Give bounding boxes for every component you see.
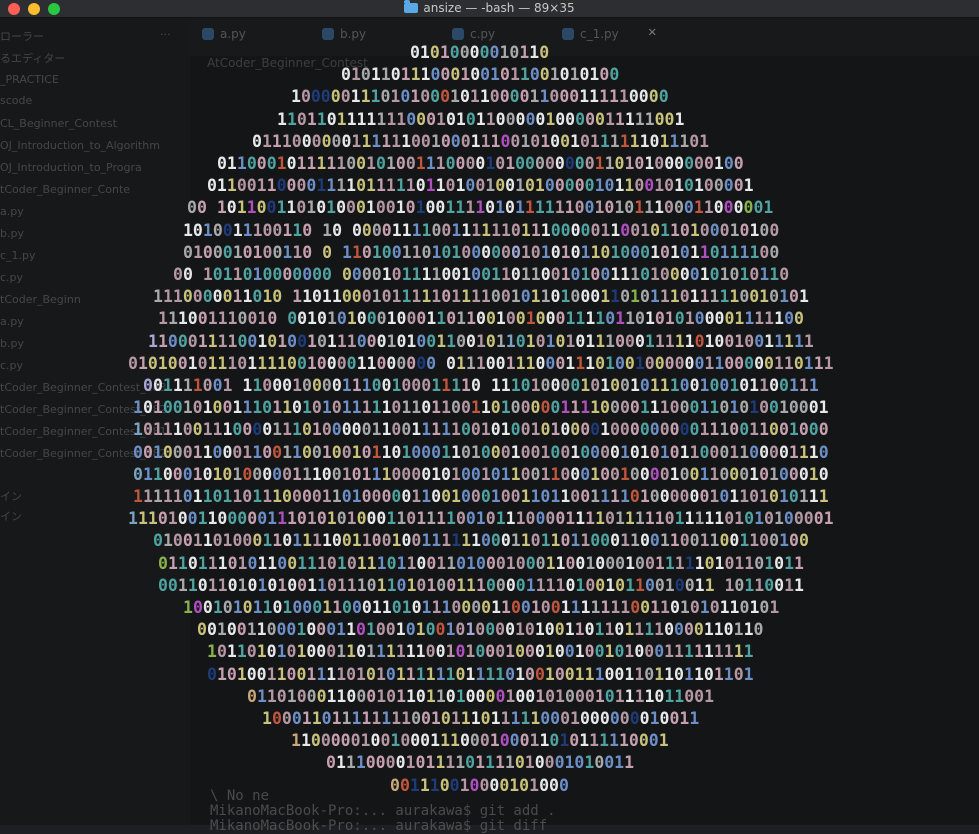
- tab-label: c.py: [470, 27, 496, 41]
- ascii-art-line: 0101101110001001011001010100: [341, 65, 620, 84]
- sidebar-item[interactable]: OJ_Introduction_to_Progra: [0, 161, 142, 174]
- sidebar-item[interactable]: b.py: [0, 337, 24, 350]
- tab-label: c_1.py: [580, 27, 619, 41]
- ascii-art-line: 0110011000011110111110110100100101000001…: [207, 176, 754, 195]
- ascii-art-line: 1011010101000110111111001010001000100100…: [207, 642, 754, 661]
- sidebar-item[interactable]: c.py: [0, 271, 23, 284]
- ascii-art-line: 0101001100111101010111111011110100100111…: [207, 665, 754, 684]
- sidebar-item[interactable]: scode: [0, 94, 32, 107]
- ascii-art-line: 1101101111111000101011000001000001111100…: [277, 110, 685, 129]
- sidebar-item[interactable]: a.py: [0, 205, 24, 218]
- ascii-art-line: 0111000010111101111010001010011: [326, 753, 635, 772]
- more-actions-icon[interactable]: ···: [160, 28, 171, 41]
- sidebar-item[interactable]: c_1.py: [0, 249, 36, 262]
- ascii-art-line: 01010000010110: [410, 43, 550, 62]
- ascii-art-line: 1110000011010 11011000101111101111001011…: [153, 287, 809, 306]
- tab-b-py[interactable]: b.py: [322, 27, 366, 41]
- tab-label: a.py: [220, 27, 246, 41]
- python-file-icon: [322, 28, 334, 40]
- sidebar-item[interactable]: tCoder_Beginner_Contest_183: [0, 381, 167, 394]
- python-file-icon: [562, 28, 574, 40]
- ascii-art-line: 1010010100111011010101111101101100110100…: [133, 398, 829, 417]
- sidebar-item[interactable]: イン: [0, 508, 22, 524]
- terminal-prompt-line: MikanoMacBook-Pro:... aurakawa$ git add …: [210, 803, 556, 819]
- sidebar-item[interactable]: CL_Beginner_Contest: [0, 117, 117, 130]
- tab-a-py[interactable]: a.py: [202, 27, 246, 41]
- ascii-art-line: 1110100110000011101010100011011110010111…: [128, 509, 834, 528]
- ascii-art-line: 1100011110010100101110001010011001011010…: [148, 332, 814, 351]
- tab-c-py[interactable]: c.py: [452, 27, 495, 41]
- ascii-art-line: 11000001001000111000100011010111110001: [291, 731, 669, 750]
- ascii-art-line: 0110001010100000111001011100001010010110…: [133, 465, 829, 484]
- ascii-art-line: 1010011100110 10 00001111001111110111000…: [183, 221, 780, 240]
- ascii-art-line: 0010001100011001100100101101000110100010…: [133, 443, 829, 462]
- window-titlebar: ansize — -bash — 89×35: [0, 0, 979, 18]
- ascii-art-line: 10000011101010001011000011000111110000: [291, 87, 669, 106]
- sidebar-item[interactable]: b.py: [0, 227, 24, 240]
- ascii-art-line: 0111000000111111001000111001010010111111…: [252, 132, 710, 151]
- tab-label: b.py: [340, 27, 367, 41]
- sidebar-item[interactable]: c.py: [0, 359, 23, 372]
- sidebar-item[interactable]: イン: [0, 488, 22, 504]
- ascii-art-line: 0101001011101111001000011000000 01110011…: [128, 354, 834, 373]
- editor-tab-bar: a.py b.py c.py c_1.py: [190, 18, 979, 56]
- ascii-art-line: 111001110010 001010100010001101100100100…: [158, 309, 804, 328]
- window-title-text: ansize — -bash — 89×35: [423, 1, 575, 15]
- terminal-no-newline-text: \ No ne: [210, 788, 270, 804]
- ascii-art-line: 00 1011010000000 00001011110010011011001…: [173, 265, 790, 284]
- ascii-art-line: 0011011010101001101110110101001110000111…: [158, 576, 804, 595]
- sidebar-item[interactable]: ローラー: [0, 28, 44, 44]
- sidebar-item[interactable]: tCoder_Beginn: [0, 293, 81, 306]
- ascii-art-line: 0010011000100011010010100101000010100110…: [197, 620, 764, 639]
- close-icon[interactable]: ✕: [648, 24, 656, 40]
- tab-c-1-py[interactable]: c_1.py: [562, 27, 619, 41]
- sidebar-item[interactable]: OJ_Introduction_to_Algorithm: [0, 139, 160, 152]
- window-title: ansize — -bash — 89×35: [0, 0, 979, 15]
- ascii-art-line: 0100110100011011110011001001111110001101…: [153, 531, 809, 550]
- ascii-art-line: 0100010100110 0 110100110101000000101010…: [183, 243, 780, 262]
- ascii-art-line: 00 1011001101010001001010011110101111110…: [187, 198, 774, 217]
- ascii-art-line: 001110010000101000: [390, 776, 569, 795]
- ascii-art-line: 1111101101101110000110100000110010001001…: [133, 487, 829, 506]
- terminal-prompt-line: MikanoMacBook-Pro:... aurakawa$ git diff: [210, 818, 548, 834]
- ascii-art-line: 001111001 110001000011100100011110 11101…: [143, 376, 819, 395]
- ascii-art-line: 1000110111111110010111011111000100000001…: [262, 709, 700, 728]
- sidebar-item[interactable]: tCoder_Beginner_Conte: [0, 183, 130, 196]
- ascii-art-line: 0110111010110011101011101100110100010001…: [158, 554, 804, 573]
- python-file-icon: [202, 28, 214, 40]
- sidebar-item[interactable]: _PRACTICE: [0, 73, 59, 86]
- ascii-art-line: 0110100011000101101101000010010100010111…: [247, 687, 715, 706]
- sidebar-item[interactable]: るエディター: [0, 50, 65, 66]
- sidebar-item[interactable]: a.py: [0, 315, 24, 328]
- ascii-art-line: 1001010110100011000110101110000110010011…: [183, 598, 780, 617]
- folder-icon: [404, 0, 419, 13]
- python-file-icon: [452, 28, 464, 40]
- ascii-art-line: 0110001011111001010011100001010000000011…: [217, 154, 744, 173]
- ascii-art-line: 1011100111000011101000001100111110010100…: [133, 420, 829, 439]
